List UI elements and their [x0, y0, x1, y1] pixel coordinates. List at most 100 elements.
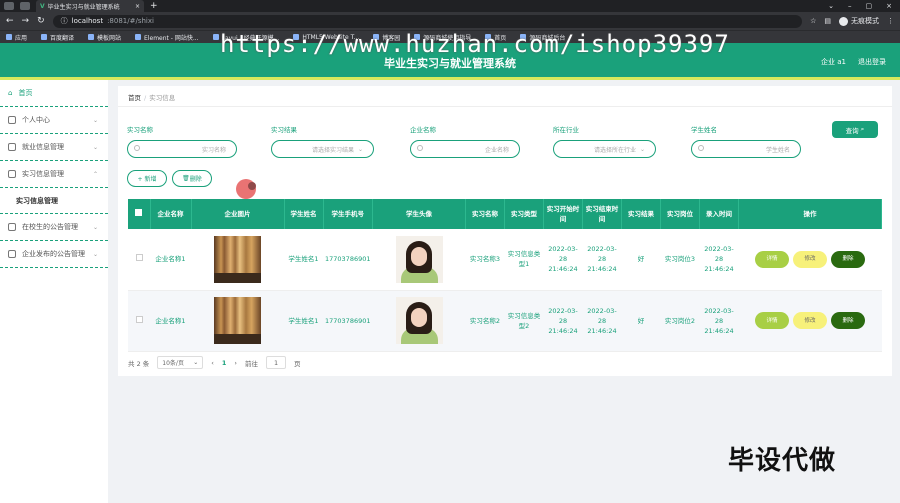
- company-image[interactable]: [214, 297, 261, 344]
- corner-promo-text: 毕设代做: [728, 446, 837, 476]
- filter-label: 所在行业: [553, 126, 579, 134]
- bookmark-label: Element - 网站快...: [144, 34, 199, 42]
- sidebar-item-label: 首页: [18, 89, 33, 97]
- current-page[interactable]: 1: [222, 359, 227, 367]
- page-size-select[interactable]: 10条/页 ⌄: [157, 356, 204, 369]
- edit-button[interactable]: 修改: [793, 250, 827, 268]
- batch-delete-button[interactable]: 🗑 删除: [172, 170, 212, 187]
- select-all-header[interactable]: [128, 199, 151, 229]
- sidebar-item-label: 企业发布的公告管理: [22, 250, 85, 258]
- tab-search-icon[interactable]: [4, 2, 14, 10]
- user-area: 企业 a1 退出登录: [821, 57, 886, 67]
- chevron-down-icon: ⌄: [357, 145, 363, 153]
- search-icon: ⌕: [860, 125, 865, 133]
- table-header-row: 企业名称 企业图片 学生姓名 学生手机号 学生头像 实习名称 实习类型 实习开始…: [128, 199, 882, 229]
- column-header: 录入时间: [699, 199, 739, 229]
- result-cell: 好: [621, 229, 661, 291]
- prev-page-icon[interactable]: ‹: [211, 359, 214, 367]
- row-select-cell: [128, 229, 150, 291]
- avatar-cell: [372, 290, 466, 352]
- notice-icon: [8, 250, 16, 258]
- bookmark-icon: [212, 34, 219, 40]
- breadcrumb-home[interactable]: 首页: [128, 94, 141, 102]
- bookmark[interactable]: 百度翻译: [41, 33, 74, 42]
- intern-name-input[interactable]: 实习名称: [127, 140, 237, 158]
- industry-select[interactable]: 请选择所在行业 ⌄: [553, 140, 656, 158]
- close-tab-icon[interactable]: ×: [135, 3, 140, 10]
- tab-icon[interactable]: [20, 2, 30, 10]
- bookmark[interactable]: 应用: [6, 33, 27, 42]
- user-icon: [8, 116, 16, 124]
- maximize-icon[interactable]: ▢: [866, 2, 873, 10]
- intern-type-cell: 实习信息类型2: [504, 290, 544, 352]
- column-header: 实习岗位: [660, 199, 700, 229]
- company-image[interactable]: [214, 235, 261, 283]
- avatar-cell: [372, 229, 466, 291]
- sidebar-item-home[interactable]: ⌂ 首页: [0, 80, 108, 107]
- student-cell: 学生姓名1: [284, 290, 323, 352]
- sidebar-item-student-notice[interactable]: 在校生的公告管理 ⌄: [0, 214, 108, 241]
- student-name-input[interactable]: 学生姓名: [691, 140, 801, 158]
- home-icon: ⌂: [8, 89, 13, 97]
- logout-link[interactable]: 退出登录: [858, 57, 886, 67]
- filter-label: 实习结果: [271, 126, 297, 134]
- incognito-indicator[interactable]: 无痕模式: [839, 16, 879, 26]
- sidebar-item-profile[interactable]: 个人中心 ⌄: [0, 107, 108, 134]
- delete-button[interactable]: 删除: [831, 250, 865, 268]
- column-header: 操作: [738, 199, 882, 229]
- company-image-cell: [191, 290, 284, 352]
- search-button[interactable]: 查询 ⌕: [832, 121, 878, 138]
- detail-button[interactable]: 详情: [755, 250, 789, 268]
- bookmark[interactable]: Element - 网站快...: [135, 33, 199, 42]
- user-name: 企业 a1: [821, 58, 846, 66]
- url-field[interactable]: ⓘ localhost:8081/#/shixi: [52, 14, 803, 28]
- cursor-marker: [236, 179, 256, 199]
- result-cell: 好: [621, 290, 661, 352]
- student-avatar[interactable]: [395, 235, 443, 283]
- edit-button[interactable]: 修改: [793, 312, 827, 329]
- intern-result-select[interactable]: 请选择实习结果 ⌄: [271, 140, 374, 158]
- search-icon: [417, 145, 423, 151]
- new-tab-icon[interactable]: +: [150, 1, 158, 11]
- star-icon[interactable]: ☆: [810, 17, 816, 25]
- column-header: 实习结束时间: [582, 199, 622, 229]
- next-page-icon[interactable]: ›: [234, 359, 237, 367]
- info-icon[interactable]: ⓘ: [61, 16, 68, 26]
- sidebar-item-employment[interactable]: 就业信息管理 ⌄: [0, 134, 108, 161]
- select-all-checkbox[interactable]: [135, 209, 143, 216]
- input-placeholder: 企业名称: [484, 146, 509, 154]
- table-row: 企业名称1 学生姓名1 17703786901 实习名称3 实习信息类型1 20…: [128, 229, 882, 291]
- minimize-icon[interactable]: –: [848, 2, 852, 10]
- detail-button[interactable]: 详情: [755, 312, 789, 329]
- position-cell: 实习岗位2: [660, 290, 700, 352]
- student-avatar[interactable]: [395, 297, 443, 344]
- row-checkbox[interactable]: [135, 315, 143, 323]
- forward-icon[interactable]: →: [22, 16, 30, 26]
- sidebar-item-label: 就业信息管理: [22, 143, 64, 151]
- chevron-down-icon: ⌄: [92, 143, 98, 151]
- window-close-icon[interactable]: ×: [886, 2, 892, 10]
- sidebar-item-internship[interactable]: 实习信息管理 ⌃: [0, 161, 108, 188]
- sidebar-item-company-notice[interactable]: 企业发布的公告管理 ⌄: [0, 241, 108, 268]
- student-cell: 学生姓名1: [284, 229, 323, 291]
- more-icon[interactable]: ⋮: [887, 17, 894, 25]
- row-checkbox[interactable]: [135, 254, 143, 262]
- watermark-text: https://www.huzhan.com/ishop39397: [220, 30, 730, 58]
- reload-icon[interactable]: ↻: [37, 16, 45, 26]
- goto-page-input[interactable]: 1: [266, 356, 287, 369]
- delete-button[interactable]: 删除: [831, 312, 865, 329]
- toolbar-right: ☆ ▤ 无痕模式 ⋮: [810, 16, 894, 26]
- sidebar-subitem-internship-manage[interactable]: 实习信息管理: [0, 188, 108, 214]
- briefcase-icon: [8, 143, 16, 151]
- back-icon[interactable]: ←: [6, 16, 14, 26]
- page-unit-label: 页: [294, 359, 301, 368]
- bookmark-label: 模板网站: [97, 34, 122, 42]
- company-cell: 企业名称1: [150, 290, 191, 352]
- tab-menu-icon[interactable]: ⌄: [828, 2, 834, 10]
- add-button[interactable]: + 新增: [127, 170, 167, 187]
- extension-icon[interactable]: ▤: [824, 17, 831, 25]
- bookmark-icon: [88, 34, 95, 40]
- browser-tab[interactable]: V 毕业生实习与就业管理系统 ×: [36, 0, 144, 12]
- company-name-input[interactable]: 企业名称: [410, 140, 520, 158]
- bookmark[interactable]: 模板网站: [88, 33, 121, 42]
